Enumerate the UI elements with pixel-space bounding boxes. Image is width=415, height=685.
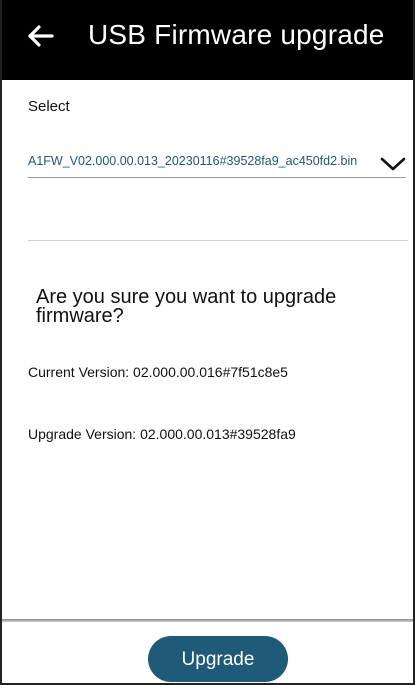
page-title: USB Firmware upgrade [88, 19, 385, 50]
firmware-file-dropdown[interactable]: A1FW_V02.000.00.013_20230116#39528fa9_ac… [28, 140, 406, 178]
chevron-down-icon [380, 157, 406, 171]
confirm-question: Are you sure you want to upgrade firmwar… [36, 286, 337, 327]
footer-divider [2, 619, 413, 622]
section-divider [28, 240, 408, 241]
firmware-upgrade-screen: USB Firmware upgrade Select A1FW_V02.000… [0, 0, 415, 685]
arrow-left-icon [28, 25, 54, 47]
upgrade-version-text: Upgrade Version: 02.000.00.013#39528fa9 [28, 426, 296, 442]
app-header: USB Firmware upgrade [2, 0, 413, 80]
selected-firmware-file: A1FW_V02.000.00.013_20230116#39528fa9_ac… [28, 154, 358, 168]
back-button[interactable] [26, 18, 66, 58]
select-label: Select [28, 98, 70, 115]
upgrade-button[interactable]: Upgrade [148, 636, 288, 682]
current-version-text: Current Version: 02.000.00.016#7f51c8e5 [28, 364, 288, 380]
